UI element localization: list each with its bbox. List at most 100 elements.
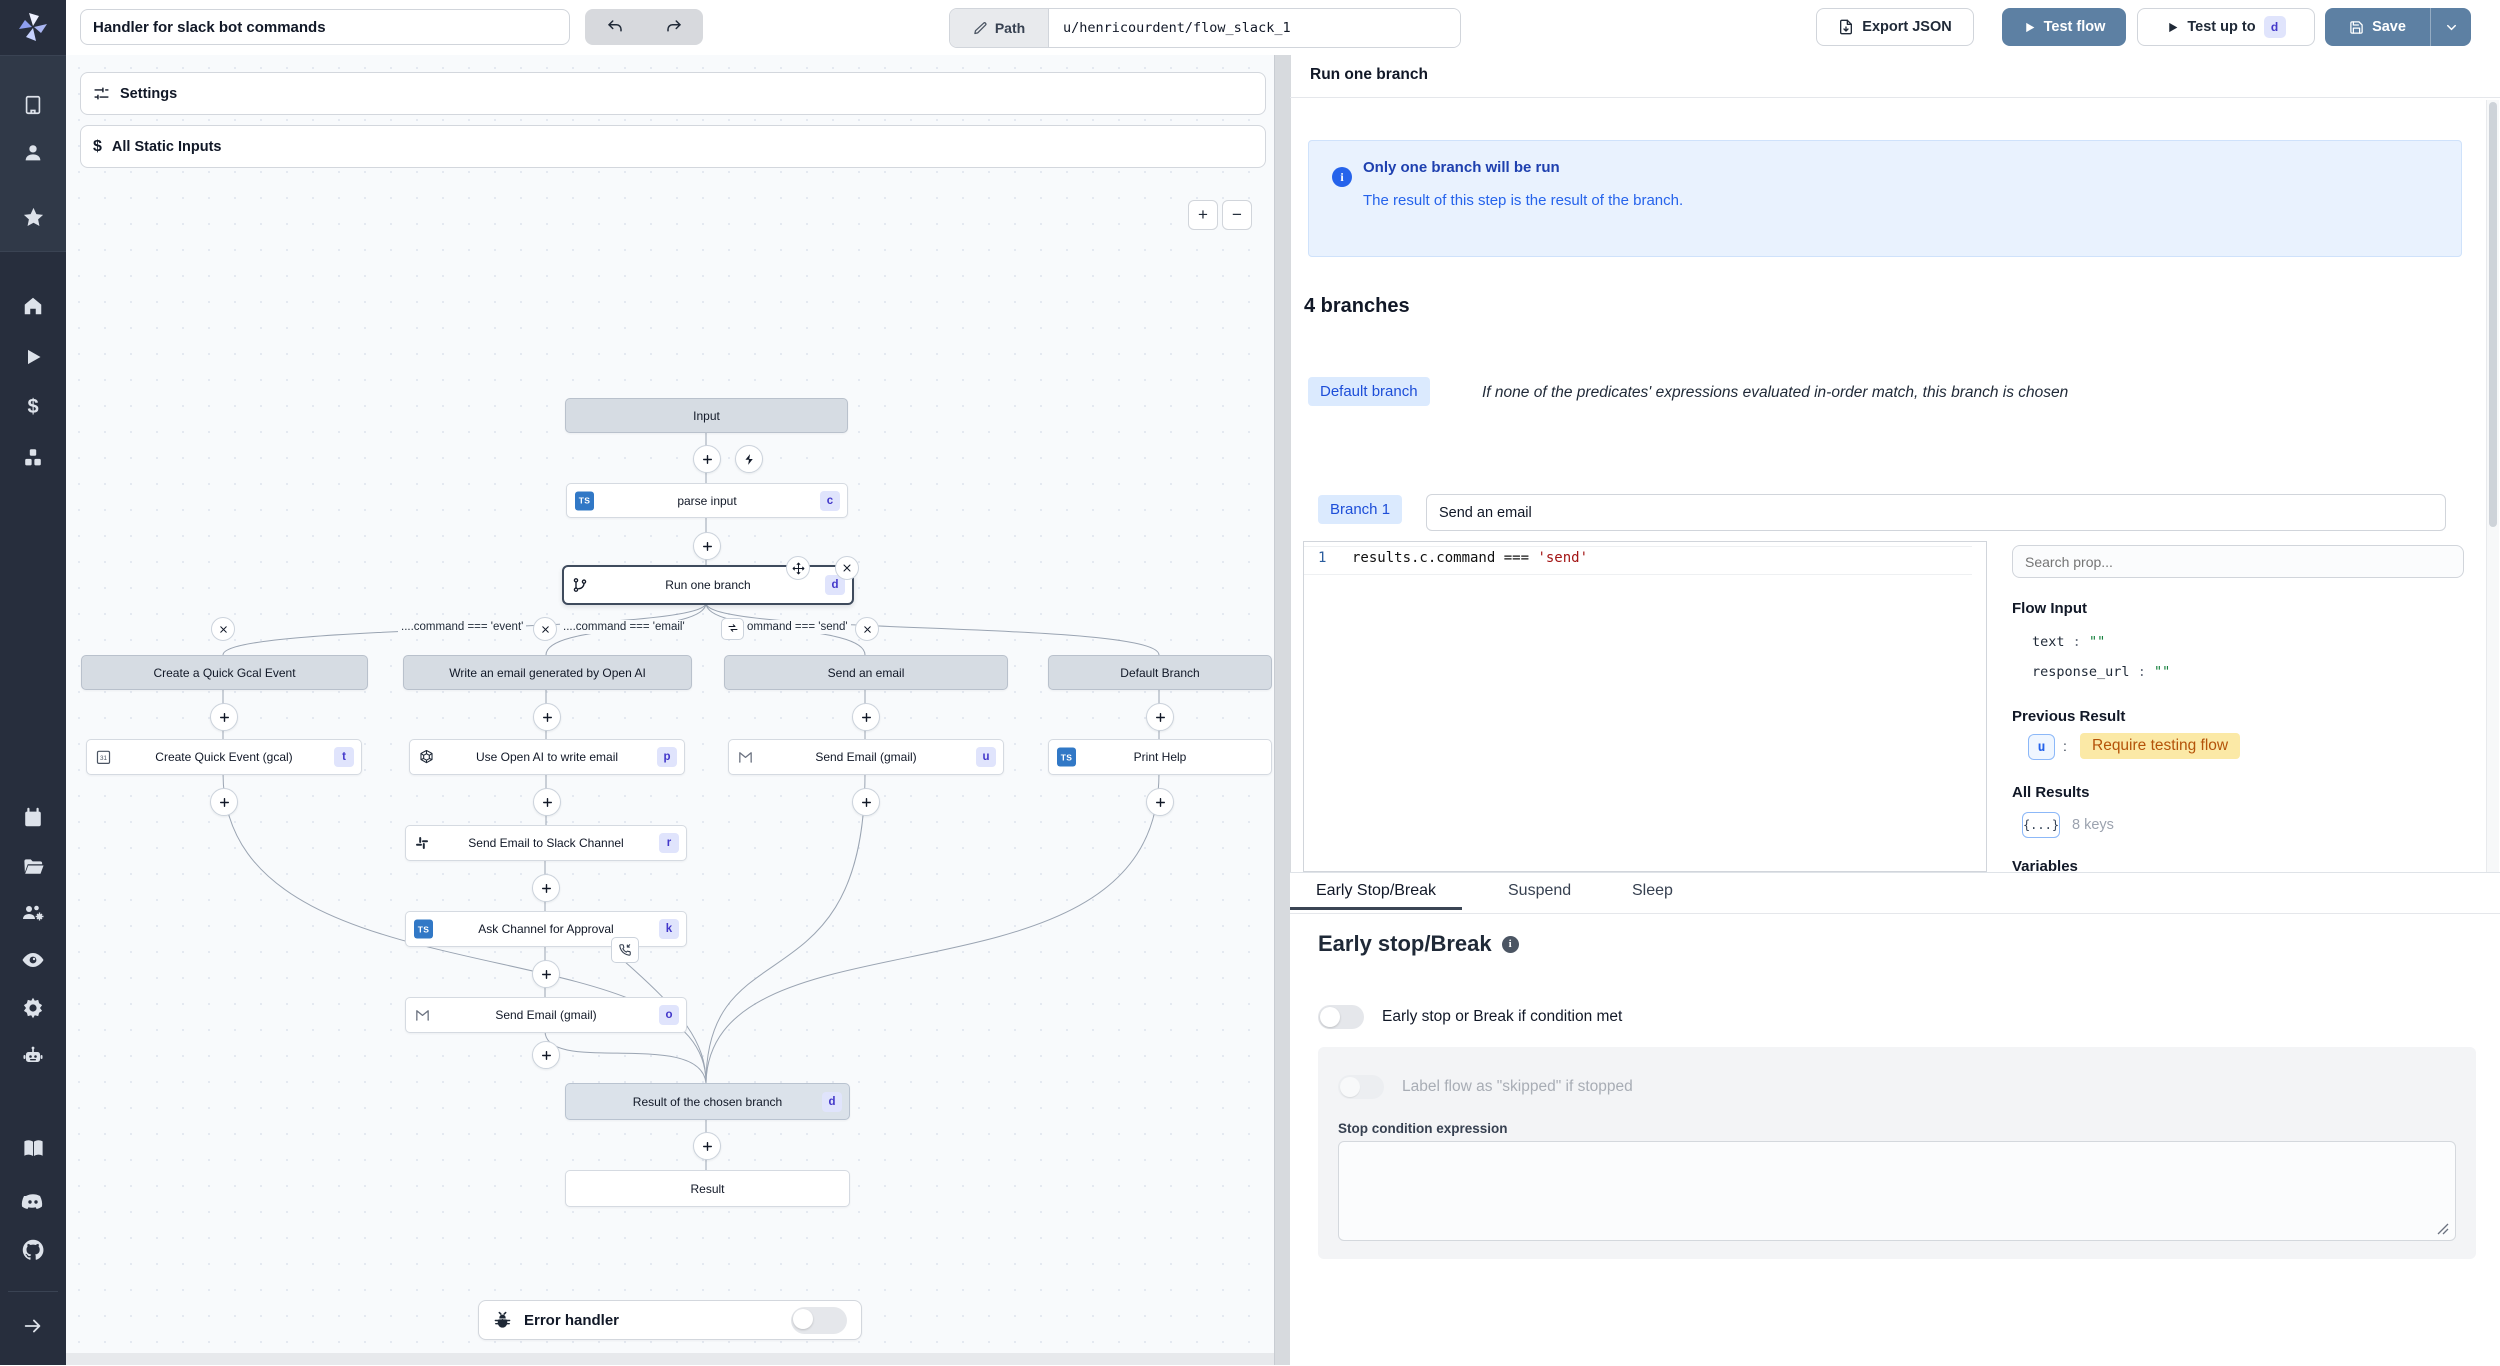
boxes-icon[interactable] xyxy=(0,441,66,475)
gmail-icon xyxy=(414,1007,431,1024)
test-flow-button[interactable]: Test flow xyxy=(2002,8,2126,46)
move-step-button[interactable] xyxy=(786,556,810,580)
tab-early-stop-break[interactable]: Early Stop/Break xyxy=(1290,873,1462,910)
error-handler-label: Error handler xyxy=(524,1312,619,1329)
flow-node-send-email-gmail-2[interactable]: Send Email (gmail) o xyxy=(405,997,687,1033)
test-flow-label: Test flow xyxy=(2044,19,2106,35)
add-step-button[interactable] xyxy=(533,703,561,731)
flow-node-gcal-event[interactable]: 31 Create Quick Event (gcal) t xyxy=(86,739,362,775)
node-label: Send Email (gmail) xyxy=(436,1008,656,1022)
windmill-logo[interactable] xyxy=(15,9,51,45)
add-step-button[interactable] xyxy=(532,960,560,988)
discord-icon[interactable] xyxy=(0,1185,66,1219)
skip-toggle-row: Label flow as "skipped" if stopped xyxy=(1338,1075,1633,1099)
openai-icon xyxy=(418,749,435,766)
user-group-gear-icon[interactable] xyxy=(0,896,66,930)
approval-phone-icon[interactable] xyxy=(611,937,639,963)
gear-icon[interactable] xyxy=(0,991,66,1025)
move-branch-icon[interactable] xyxy=(721,618,744,640)
early-stop-heading-row: Early stop/Break i xyxy=(1318,931,1519,957)
step-id-badge: p xyxy=(657,747,677,767)
flow-node-result[interactable]: Result xyxy=(565,1170,850,1207)
tab-suspend[interactable]: Suspend xyxy=(1508,882,1571,900)
step-id-badge: o xyxy=(659,1005,679,1025)
home-icon[interactable] xyxy=(0,289,66,323)
flow-title-input[interactable] xyxy=(80,9,570,45)
flow-node-send-email-gmail[interactable]: Send Email (gmail) u xyxy=(728,739,1004,775)
remove-branch-button[interactable] xyxy=(533,617,557,641)
add-step-button[interactable] xyxy=(852,703,880,731)
user-icon[interactable] xyxy=(0,136,66,170)
flow-node-print-help[interactable]: TS Print Help xyxy=(1048,739,1272,775)
add-step-button[interactable] xyxy=(532,874,560,902)
file-export-icon xyxy=(1838,19,1854,35)
flow-node-openai-email[interactable]: Use Open AI to write email p xyxy=(409,739,685,775)
early-stop-toggle[interactable] xyxy=(1318,1005,1364,1029)
redo-button[interactable] xyxy=(644,9,703,45)
flow-node-result-of-branch[interactable]: Result of the chosen branch d xyxy=(565,1083,850,1120)
eye-icon[interactable] xyxy=(0,943,66,977)
close-icon xyxy=(841,562,853,574)
add-step-button[interactable] xyxy=(693,1132,721,1160)
path-input[interactable] xyxy=(1049,9,1460,47)
play-icon xyxy=(2166,21,2179,34)
branch-header[interactable]: Create a Quick Gcal Event xyxy=(81,655,368,690)
play-icon[interactable] xyxy=(0,340,66,374)
add-step-button[interactable] xyxy=(533,788,561,816)
branch-header[interactable]: Send an email xyxy=(724,655,1008,690)
skip-toggle-label: Label flow as "skipped" if stopped xyxy=(1402,1078,1633,1096)
calendar-icon[interactable] xyxy=(0,801,66,835)
tab-label: Early Stop/Break xyxy=(1316,882,1436,899)
remove-branch-button[interactable] xyxy=(855,617,879,641)
error-handler-card[interactable]: Error handler xyxy=(478,1300,862,1340)
tab-bar: Early Stop/Break Suspend Sleep xyxy=(1290,873,2500,914)
branch-header[interactable]: Write an email generated by Open AI xyxy=(403,655,692,690)
robot-icon[interactable] xyxy=(0,1038,66,1072)
skip-label-toggle[interactable] xyxy=(1338,1075,1384,1099)
node-label: Result xyxy=(572,1182,843,1196)
arrow-right-icon[interactable] xyxy=(0,1309,66,1343)
add-step-button[interactable] xyxy=(210,788,238,816)
dollar-icon[interactable]: $ xyxy=(0,390,66,424)
flow-node-slack-email[interactable]: Send Email to Slack Channel r xyxy=(405,825,687,861)
error-handler-toggle[interactable] xyxy=(791,1307,847,1334)
step-id-chip: d xyxy=(2264,16,2286,38)
branch-header[interactable]: Default Branch xyxy=(1048,655,1272,690)
github-icon[interactable] xyxy=(0,1233,66,1267)
book-icon[interactable] xyxy=(0,1131,66,1165)
branch-predicate-label[interactable]: ommand === 'send' xyxy=(744,620,851,634)
stop-condition-textarea[interactable] xyxy=(1338,1141,2456,1241)
add-step-button[interactable] xyxy=(1146,788,1174,816)
undo-button[interactable] xyxy=(585,9,644,45)
folder-icon[interactable] xyxy=(0,849,66,883)
remove-branch-button[interactable] xyxy=(211,617,235,641)
save-dropdown-button[interactable] xyxy=(2430,8,2471,46)
add-step-button[interactable] xyxy=(693,445,721,473)
star-icon[interactable] xyxy=(0,200,66,234)
flow-node-parse-input[interactable]: TS parse input c xyxy=(566,483,848,518)
add-step-button[interactable] xyxy=(210,703,238,731)
info-icon[interactable]: i xyxy=(1502,936,1519,953)
branch-predicate-label[interactable]: ....command === 'email' xyxy=(560,620,688,634)
trigger-button[interactable] xyxy=(735,445,763,473)
resize-handle-icon[interactable] xyxy=(2437,1223,2449,1235)
building-icon[interactable] xyxy=(0,88,66,122)
flow-node-run-one-branch[interactable]: Run one branch d xyxy=(562,565,854,605)
export-json-button[interactable]: Export JSON xyxy=(1816,8,1974,46)
add-step-button[interactable] xyxy=(532,1041,560,1069)
flow-node-input[interactable]: Input xyxy=(565,398,848,433)
close-icon xyxy=(218,624,229,635)
flow-node-ask-approval[interactable]: TS Ask Channel for Approval k xyxy=(405,911,687,947)
path-label-segment[interactable]: Path xyxy=(950,9,1049,47)
early-stop-toggle-row: Early stop or Break if condition met xyxy=(1318,1005,1622,1029)
typescript-icon: TS xyxy=(414,920,433,939)
tab-sleep[interactable]: Sleep xyxy=(1632,882,1673,900)
add-step-button[interactable] xyxy=(1146,703,1174,731)
stop-condition-panel: Label flow as "skipped" if stopped Stop … xyxy=(1318,1047,2476,1259)
add-step-button[interactable] xyxy=(852,788,880,816)
save-button[interactable]: Save xyxy=(2325,8,2430,46)
add-step-button[interactable] xyxy=(693,532,721,560)
delete-step-button[interactable] xyxy=(835,556,859,580)
test-up-to-button[interactable]: Test up to d xyxy=(2137,8,2315,46)
branch-predicate-label[interactable]: ....command === 'event' xyxy=(398,620,526,634)
